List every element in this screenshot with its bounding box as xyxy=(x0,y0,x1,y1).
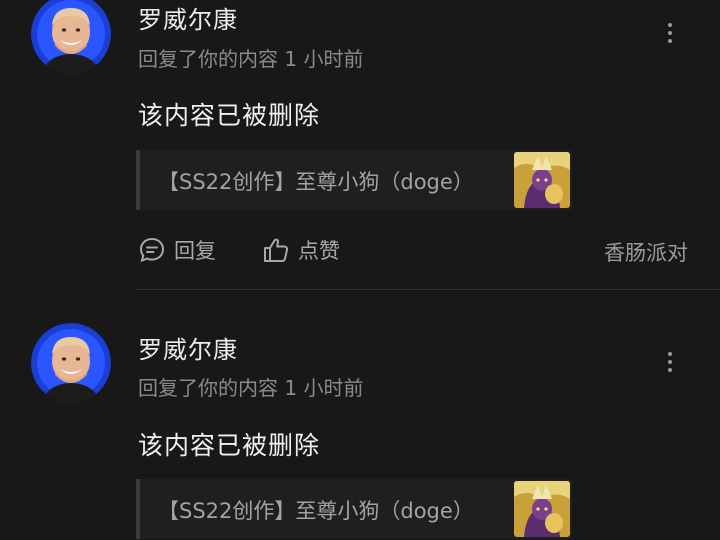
more-vertical-icon[interactable] xyxy=(662,352,678,374)
comment-card[interactable]: 罗威尔康 回复了你的内容 1 小时前 该内容已被删除 【SS22创作】至尊小狗（… xyxy=(0,290,720,540)
username[interactable]: 罗威尔康 xyxy=(138,330,238,365)
quoted-post[interactable]: 【SS22创作】至尊小狗（doge） xyxy=(136,479,572,539)
quoted-post[interactable]: 【SS22创作】至尊小狗（doge） xyxy=(136,150,572,210)
username[interactable]: 罗威尔康 xyxy=(138,0,238,35)
reply-meta: 回复了你的内容 1 小时前 xyxy=(138,376,364,400)
quoted-post-title: 【SS22创作】至尊小狗（doge） xyxy=(158,499,474,523)
quoted-post-title: 【SS22创作】至尊小狗（doge） xyxy=(158,170,474,194)
reply-meta: 回复了你的内容 1 小时前 xyxy=(138,47,364,71)
reply-feed: 罗威尔康 回复了你的内容 1 小时前 该内容已被删除 【SS22创作】至尊小狗（… xyxy=(0,0,720,540)
avatar[interactable] xyxy=(31,0,111,74)
comment-content: 该内容已被删除 xyxy=(138,431,321,460)
like-label: 点赞 xyxy=(298,239,340,263)
reply-button[interactable]: 回复 xyxy=(138,233,216,267)
avatar[interactable] xyxy=(31,323,111,403)
chat-bubble-icon xyxy=(139,237,165,263)
comment-card[interactable]: 罗威尔康 回复了你的内容 1 小时前 该内容已被删除 【SS22创作】至尊小狗（… xyxy=(0,0,720,290)
comment-actions: 回复 点赞 香肠派对 xyxy=(138,233,698,267)
source-label[interactable]: 香肠派对 xyxy=(604,237,688,267)
more-vertical-icon[interactable] xyxy=(662,23,678,45)
comment-content: 该内容已被删除 xyxy=(138,101,321,130)
quoted-post-thumbnail xyxy=(514,481,570,537)
quoted-post-thumbnail xyxy=(514,152,570,208)
thumbs-up-icon xyxy=(264,238,289,262)
reply-label: 回复 xyxy=(174,239,216,263)
like-button[interactable]: 点赞 xyxy=(262,233,340,267)
